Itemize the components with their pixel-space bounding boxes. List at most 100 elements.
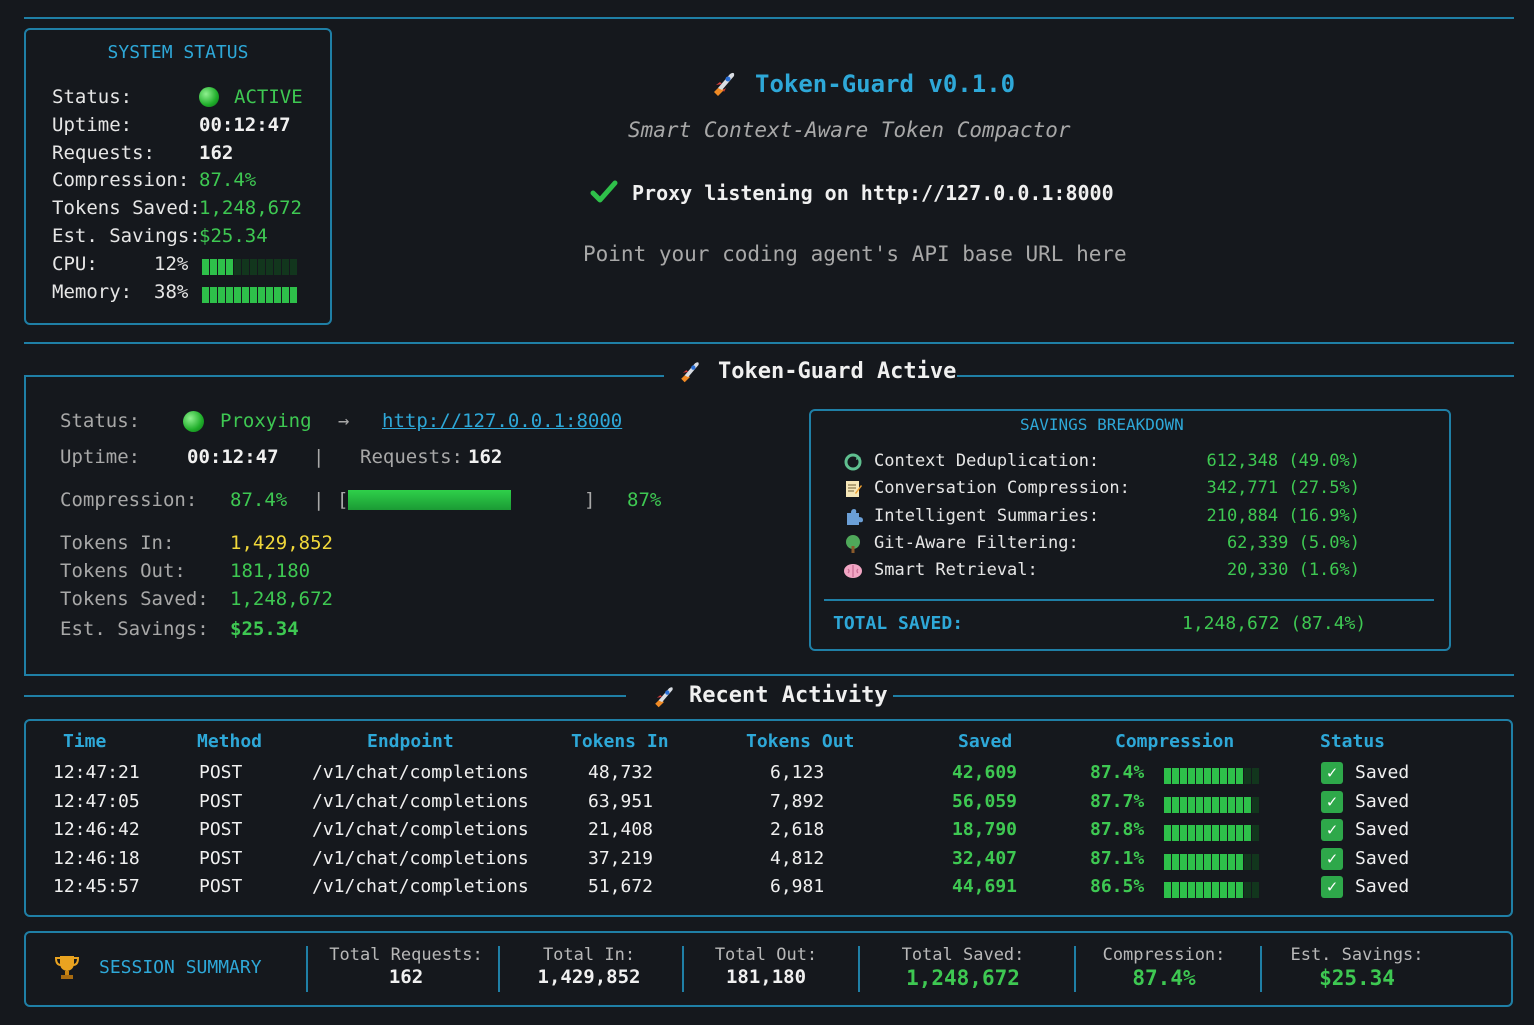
status-check-icon: ✓ xyxy=(1321,819,1343,841)
usage-bar-segment xyxy=(250,286,257,303)
column-header[interactable]: Endpoint xyxy=(367,731,454,752)
activity-title-line-right xyxy=(893,695,1514,697)
usage-bar-segment xyxy=(1252,796,1259,813)
table-row[interactable]: 12:47:05 POST/v1/chat/completions 63,951 7,… xyxy=(24,790,1513,817)
tokens-in-value: 1,429,852 xyxy=(230,532,333,554)
breakdown-row: Conversation Compression: 342,771 (27.5%) xyxy=(843,478,1403,504)
compression-bar-close: ] xyxy=(584,489,596,511)
recycle-icon xyxy=(843,452,863,477)
status-green-dot-icon xyxy=(199,87,219,107)
usage-bar-segment xyxy=(1164,768,1171,784)
compression-percent: 87% xyxy=(627,489,662,511)
usage-bar-segment xyxy=(1188,825,1195,841)
row-time: 12:45:57 xyxy=(53,876,140,897)
usage-bar-segment xyxy=(202,286,209,303)
active-est-savings-value: $25.34 xyxy=(230,618,299,640)
breakdown-row: Git-Aware Filtering: 62,339 (5.0%) xyxy=(843,533,1403,559)
memory-label: Memory: xyxy=(52,281,133,303)
summary-label: Total Out: xyxy=(714,945,818,965)
summary-cell: Est. Savings: $25.34 xyxy=(1257,945,1457,990)
row-endpoint: /v1/chat/completions xyxy=(312,762,529,783)
top-divider xyxy=(24,17,1514,19)
app-subtitle: Smart Context-Aware Token Compactor xyxy=(628,118,1071,142)
memo-icon xyxy=(843,479,863,504)
usage-bar-segment xyxy=(1212,853,1219,870)
usage-bar-segment xyxy=(1212,768,1219,784)
usage-bar-segment xyxy=(1172,853,1179,870)
column-header[interactable]: Time xyxy=(63,731,106,752)
breakdown-value: 20,330 (1.6%) xyxy=(1226,560,1360,581)
summary-value: 181,180 xyxy=(725,966,807,988)
table-row[interactable]: 12:46:18 POST/v1/chat/completions 37,219 4,… xyxy=(24,847,1513,874)
usage-bar-segment xyxy=(1164,796,1171,813)
active-title-line-left xyxy=(24,375,664,377)
usage-bar-segment xyxy=(290,258,297,275)
usage-bar-segment xyxy=(1172,825,1179,841)
status-label: Status: xyxy=(52,86,133,108)
column-header[interactable]: Status xyxy=(1320,731,1385,752)
active-tokens-saved-value: 1,248,672 xyxy=(230,588,333,610)
table-row[interactable]: 12:47:21 POST/v1/chat/completions 48,732 6,… xyxy=(24,762,1513,788)
usage-bar-segment xyxy=(1236,825,1243,841)
active-uptime-label: Uptime: xyxy=(60,446,141,468)
session-summary-title: SESSION SUMMARY xyxy=(99,957,262,978)
usage-bar-segment xyxy=(1244,796,1251,813)
header-divider xyxy=(24,342,1514,344)
table-row[interactable]: 12:46:42 POST/v1/chat/completions 21,408 2,… xyxy=(24,819,1513,845)
row-time: 12:47:05 xyxy=(53,790,140,812)
row-saved: 18,790 xyxy=(952,819,1018,840)
row-saved: 44,691 xyxy=(952,876,1018,897)
breakdown-row: Smart Retrieval: 20,330 (1.6%) xyxy=(843,560,1403,586)
row-time: 12:46:42 xyxy=(53,819,140,840)
compression-value: 87.4% xyxy=(199,169,257,191)
usage-bar-segment xyxy=(1188,796,1195,813)
usage-bar-segment xyxy=(1228,768,1235,784)
status-check-icon: ✓ xyxy=(1321,847,1343,870)
column-header[interactable]: Tokens In xyxy=(571,731,669,752)
row-compression: 87.4% xyxy=(1090,762,1145,783)
proxy-url-link[interactable]: http://127.0.0.1:8000 xyxy=(382,410,622,432)
breakdown-value: 342,771 (27.5%) xyxy=(1206,478,1360,499)
column-header[interactable]: Method xyxy=(197,731,262,752)
row-method: POST xyxy=(199,847,243,869)
summary-cell: Total Out: 181,180 xyxy=(666,945,866,988)
row-compression: 87.1% xyxy=(1090,847,1145,869)
usage-bar-segment xyxy=(1252,853,1259,870)
row-status: Saved xyxy=(1355,790,1410,812)
active-status-label: Status: xyxy=(60,410,141,432)
summary-cell: Compression: 87.4% xyxy=(1064,945,1264,990)
summary-label: Total Requests: xyxy=(329,945,483,965)
summary-value: $25.34 xyxy=(1319,966,1395,990)
usage-bar-segment xyxy=(274,286,281,303)
est-savings-label: Est. Savings: xyxy=(52,225,201,247)
usage-bar-segment xyxy=(1172,882,1179,898)
row-compression-bar xyxy=(1164,879,1260,900)
usage-bar-segment xyxy=(1180,768,1187,784)
column-header[interactable]: Tokens Out xyxy=(746,731,854,752)
activity-title-line-left xyxy=(24,695,626,697)
row-method: POST xyxy=(199,762,243,783)
usage-bar-segment xyxy=(226,258,233,275)
active-title-line-right xyxy=(957,375,1514,377)
summary-label: Total In: xyxy=(542,945,636,965)
usage-bar-segment xyxy=(1212,796,1219,813)
usage-bar-segment xyxy=(250,258,257,275)
compression-label: Compression: xyxy=(52,169,190,191)
total-saved-value: 1,248,672 (87.4%) xyxy=(1182,613,1367,634)
row-tokens-out: 2,618 xyxy=(770,819,825,840)
proxy-listening-text: Proxy listening on http://127.0.0.1:8000 xyxy=(632,181,1114,205)
column-header[interactable]: Compression xyxy=(1115,731,1234,752)
tokens-in-label: Tokens In: xyxy=(60,532,175,554)
compression-progress-fill xyxy=(348,490,512,510)
usage-bar-segment xyxy=(1228,796,1235,813)
summary-cell: Total In: 1,429,852 xyxy=(489,945,689,988)
table-row[interactable]: 12:45:57 POST/v1/chat/completions 51,672 6,… xyxy=(24,876,1513,902)
usage-bar-segment xyxy=(1188,853,1195,870)
usage-bar-segment xyxy=(1212,825,1219,841)
column-header[interactable]: Saved xyxy=(958,731,1012,752)
summary-value: 1,429,852 xyxy=(537,966,641,988)
row-endpoint: /v1/chat/completions xyxy=(312,876,529,897)
usage-bar-segment xyxy=(1220,825,1227,841)
row-saved: 32,407 xyxy=(952,847,1018,869)
breakdown-label: Git-Aware Filtering: xyxy=(874,532,1079,553)
